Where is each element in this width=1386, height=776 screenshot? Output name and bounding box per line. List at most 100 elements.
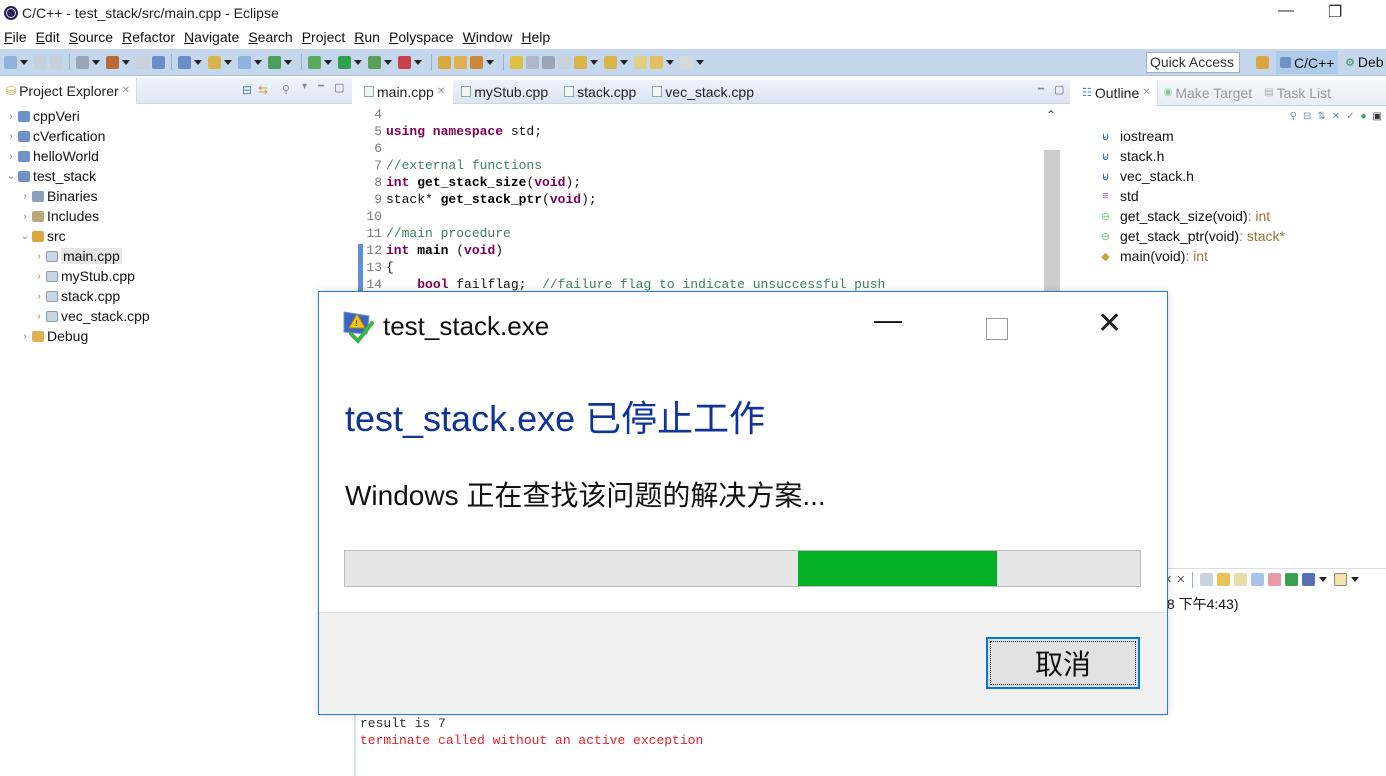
tab-task-list[interactable]: ▤ Task List bbox=[1258, 80, 1337, 106]
outline-item[interactable]: ⊌ stack.h bbox=[1076, 146, 1386, 166]
outline-item[interactable]: ⊌ iostream bbox=[1076, 126, 1386, 146]
pin-console-icon[interactable] bbox=[1251, 573, 1265, 586]
editor-tab[interactable]: stack.cpp bbox=[556, 80, 644, 104]
collapse-arrow-icon[interactable]: ⌄ bbox=[20, 231, 30, 242]
editor-tab[interactable]: main.cpp ✕ bbox=[356, 79, 454, 104]
open-console-icon[interactable] bbox=[1302, 573, 1316, 586]
whitespace-icon[interactable] bbox=[542, 55, 555, 69]
dropdown-arrow-icon[interactable] bbox=[666, 59, 674, 65]
new-class-icon[interactable] bbox=[178, 55, 191, 69]
tree-item[interactable]: › vec_stack.cpp bbox=[0, 306, 352, 326]
menu-polyspace[interactable]: Polyspace bbox=[389, 29, 454, 45]
history-icon[interactable] bbox=[76, 55, 89, 69]
dropdown-arrow-icon[interactable] bbox=[1351, 577, 1360, 582]
print-icon[interactable] bbox=[136, 55, 149, 69]
tab-outline[interactable]: ☷ Outline ✕ bbox=[1076, 79, 1158, 106]
quick-access-input[interactable]: Quick Access bbox=[1146, 52, 1240, 73]
editor-tab[interactable]: myStub.cpp bbox=[453, 80, 556, 104]
collapse-all-icon[interactable]: ⊟ bbox=[242, 83, 252, 97]
perspective-debug-button[interactable]: ⚙ Deb bbox=[1345, 54, 1384, 70]
menu-search[interactable]: Search bbox=[248, 29, 292, 45]
save-icon[interactable] bbox=[34, 55, 47, 69]
tree-item[interactable]: › stack.cpp bbox=[0, 286, 352, 306]
perspective-cpp-button[interactable]: C/C++ bbox=[1276, 51, 1339, 74]
dropdown-arrow-icon[interactable] bbox=[414, 59, 422, 65]
polyspace-run-icon[interactable] bbox=[454, 55, 467, 69]
code-editor[interactable]: 4 5 using namespace std; 6 7 //external funct… bbox=[356, 106, 1046, 293]
editor-tab[interactable]: vec_stack.cpp bbox=[644, 80, 762, 104]
mark-occurrences-icon[interactable] bbox=[510, 55, 523, 69]
dialog-minimize-button[interactable]: — bbox=[874, 304, 902, 336]
dropdown-arrow-icon[interactable] bbox=[20, 59, 28, 65]
scroll-lock-icon[interactable] bbox=[1200, 573, 1214, 586]
show-on-stderr-icon[interactable] bbox=[1268, 573, 1282, 586]
dropdown-arrow-icon[interactable] bbox=[590, 59, 598, 65]
menu-project[interactable]: Project bbox=[302, 29, 346, 45]
expand-arrow-icon[interactable]: › bbox=[34, 251, 44, 262]
expand-arrow-icon[interactable]: › bbox=[20, 211, 30, 222]
dialog-maximize-button[interactable] bbox=[986, 318, 1008, 340]
back-icon[interactable] bbox=[634, 55, 647, 69]
dropdown-arrow-icon[interactable] bbox=[194, 59, 202, 65]
menu-help[interactable]: Help bbox=[521, 29, 550, 45]
pin-editor-icon[interactable] bbox=[680, 55, 693, 69]
tree-item[interactable]: › Includes bbox=[0, 206, 352, 226]
debug-icon[interactable] bbox=[308, 55, 321, 69]
expand-arrow-icon[interactable]: › bbox=[34, 311, 44, 322]
dropdown-arrow-icon[interactable] bbox=[254, 59, 262, 65]
new-console-icon[interactable] bbox=[1334, 573, 1348, 586]
sort-icon[interactable]: ⇅ bbox=[1317, 111, 1325, 122]
menu-file[interactable]: File bbox=[4, 29, 27, 45]
annotation-icon[interactable] bbox=[558, 55, 571, 69]
display-console-icon[interactable] bbox=[1285, 573, 1299, 586]
minimize-view-icon[interactable]: ━ bbox=[318, 81, 324, 92]
dialog-close-button[interactable]: ✕ bbox=[1097, 306, 1122, 341]
menu-run[interactable]: Run bbox=[354, 29, 380, 45]
tree-item[interactable]: ⌄ test_stack bbox=[0, 166, 352, 186]
external-tools-icon[interactable] bbox=[398, 55, 411, 69]
block-select-icon[interactable] bbox=[526, 55, 539, 69]
expand-arrow-icon[interactable]: › bbox=[20, 331, 30, 342]
outline-item[interactable]: ⊌ vec_stack.h bbox=[1076, 166, 1386, 186]
dropdown-arrow-icon[interactable] bbox=[284, 59, 292, 65]
dropdown-arrow-icon[interactable] bbox=[354, 59, 362, 65]
coverage-icon[interactable] bbox=[368, 55, 381, 69]
dropdown-arrow-icon[interactable] bbox=[122, 59, 130, 65]
dropdown-arrow-icon[interactable] bbox=[486, 59, 494, 65]
tree-item[interactable]: ⌄ src bbox=[0, 226, 352, 246]
editor-scrollbar[interactable] bbox=[1044, 150, 1060, 295]
collapse-all-icon[interactable]: ⊟ bbox=[1303, 111, 1311, 122]
expand-arrow-icon[interactable]: › bbox=[34, 271, 44, 282]
menu-window[interactable]: Window bbox=[463, 29, 513, 45]
close-tab-icon[interactable]: ✕ bbox=[1142, 87, 1150, 98]
prev-annotation-icon[interactable] bbox=[604, 55, 617, 69]
close-tab-icon[interactable]: ✕ bbox=[122, 85, 130, 96]
outline-menu-icon[interactable]: ▣ bbox=[1373, 111, 1382, 122]
outline-item[interactable]: ⊖ get_stack_size(void) : int bbox=[1076, 206, 1386, 226]
open-perspective-icon[interactable] bbox=[1256, 56, 1269, 69]
dropdown-arrow-icon[interactable] bbox=[620, 59, 628, 65]
tab-project-explorer[interactable]: ⛁ Project Explorer ✕ bbox=[0, 77, 138, 104]
tree-item[interactable]: › cVerfication bbox=[0, 126, 352, 146]
view-dropdown-icon[interactable]: ▾ bbox=[302, 81, 307, 92]
search-icon[interactable] bbox=[268, 55, 281, 69]
edit-icon[interactable] bbox=[152, 55, 165, 69]
hide-static-icon[interactable]: ✓ bbox=[1346, 111, 1354, 122]
tree-item[interactable]: › myStub.cpp bbox=[0, 266, 352, 286]
menu-edit[interactable]: Edit bbox=[36, 29, 60, 45]
dropdown-arrow-icon[interactable] bbox=[1319, 577, 1328, 582]
forward-icon[interactable] bbox=[650, 55, 663, 69]
tree-item[interactable]: › Binaries bbox=[0, 186, 352, 206]
new-header-icon[interactable] bbox=[238, 55, 251, 69]
cancel-button[interactable]: 取消 bbox=[986, 637, 1140, 689]
close-tab-icon[interactable]: ✕ bbox=[437, 86, 445, 97]
pin-icon[interactable] bbox=[470, 55, 483, 69]
menu-navigate[interactable]: Navigate bbox=[184, 29, 239, 45]
collapse-arrow-icon[interactable]: ⌄ bbox=[6, 171, 16, 182]
new-icon[interactable] bbox=[4, 55, 17, 69]
tab-make-target[interactable]: ◉ Make Target bbox=[1158, 80, 1259, 106]
scroll-up-arrow-icon[interactable]: ⌃ bbox=[1046, 108, 1056, 122]
dropdown-arrow-icon[interactable] bbox=[324, 59, 332, 65]
word-wrap-icon[interactable] bbox=[1234, 573, 1248, 586]
tree-item[interactable]: › helloWorld bbox=[0, 146, 352, 166]
